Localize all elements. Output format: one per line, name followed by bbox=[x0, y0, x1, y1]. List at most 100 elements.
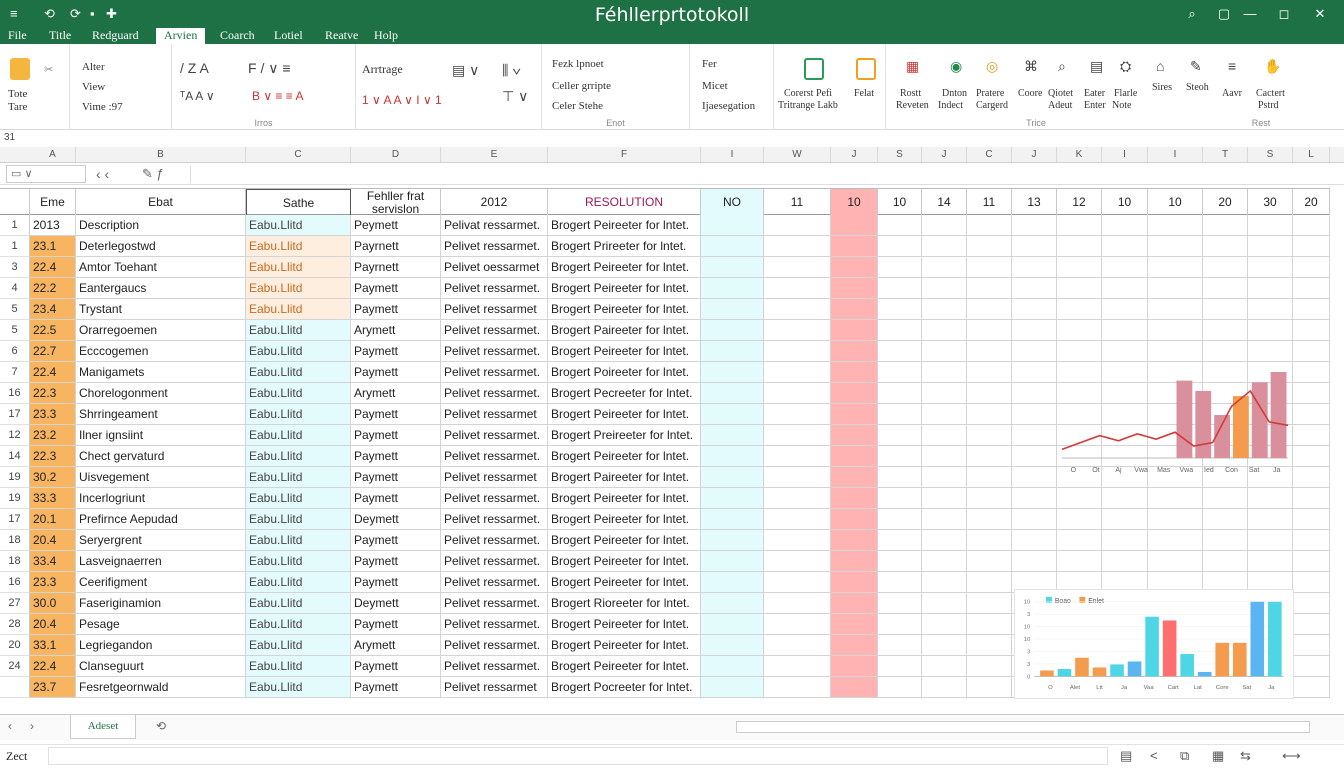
empty-cell[interactable] bbox=[1148, 257, 1203, 278]
empty-cell[interactable] bbox=[831, 656, 878, 677]
empty-cell[interactable] bbox=[967, 677, 1012, 698]
italic-icon[interactable]: / Z A bbox=[180, 60, 209, 76]
empty-cell[interactable] bbox=[1148, 299, 1203, 320]
empty-cell[interactable] bbox=[764, 278, 831, 299]
option-view[interactable]: View bbox=[82, 81, 105, 93]
table-cell[interactable]: Eabu.Llitd bbox=[246, 320, 351, 341]
table-cell[interactable]: Brogert Poireeter for lntet. bbox=[548, 362, 701, 383]
column-header[interactable]: A bbox=[30, 147, 76, 163]
page-layout-icon[interactable]: ⧉ bbox=[1180, 748, 1189, 764]
table-cell[interactable]: Brogert Peireeter for lntet. bbox=[548, 572, 701, 593]
header-cell[interactable]: 20 bbox=[1203, 189, 1248, 216]
empty-cell[interactable] bbox=[922, 572, 967, 593]
header-cell[interactable]: 13 bbox=[1012, 189, 1057, 216]
table-cell[interactable]: Eabu.Llitd bbox=[246, 656, 351, 677]
sum-icon[interactable]: ⌘ bbox=[1024, 58, 1038, 74]
empty-cell[interactable] bbox=[878, 509, 922, 530]
conditional-format-icon[interactable] bbox=[804, 58, 824, 80]
empty-cell[interactable] bbox=[1102, 320, 1148, 341]
table-cell[interactable]: Eabu.Llitd bbox=[246, 299, 351, 320]
row-number[interactable]: 1 bbox=[0, 236, 30, 257]
empty-cell[interactable] bbox=[1293, 530, 1330, 551]
pen-icon[interactable]: ✎ bbox=[1190, 58, 1202, 74]
column-header[interactable]: W bbox=[764, 147, 831, 163]
empty-cell[interactable] bbox=[878, 341, 922, 362]
empty-cell[interactable] bbox=[1203, 488, 1248, 509]
empty-cell[interactable] bbox=[831, 425, 878, 446]
table-cell[interactable]: Pelivet oessarmet bbox=[441, 257, 548, 278]
table-cell[interactable]: Brogert Peireeter for lntet. bbox=[548, 404, 701, 425]
empty-cell[interactable] bbox=[878, 467, 922, 488]
empty-cell[interactable] bbox=[1012, 362, 1057, 383]
cell-reference-box[interactable]: ▭ ∨ bbox=[6, 165, 86, 183]
table-cell[interactable]: Incerlogriunt bbox=[76, 488, 246, 509]
row-number[interactable]: 19 bbox=[0, 467, 30, 488]
insert-icon[interactable]: ▦ bbox=[906, 58, 919, 74]
table-cell[interactable]: Paymett bbox=[351, 614, 441, 635]
table-cell[interactable]: Payrnett bbox=[351, 257, 441, 278]
empty-cell[interactable] bbox=[701, 362, 764, 383]
maximize-icon[interactable]: ◻ bbox=[1274, 5, 1294, 23]
empty-cell[interactable] bbox=[831, 593, 878, 614]
empty-cell[interactable] bbox=[701, 677, 764, 698]
empty-cell[interactable] bbox=[831, 446, 878, 467]
empty-cell[interactable] bbox=[764, 509, 831, 530]
empty-cell[interactable] bbox=[701, 425, 764, 446]
empty-cell[interactable] bbox=[967, 215, 1012, 236]
empty-cell[interactable] bbox=[701, 215, 764, 236]
empty-cell[interactable] bbox=[1293, 320, 1330, 341]
table-cell[interactable]: Pelivet ressarmet. bbox=[441, 530, 548, 551]
empty-cell[interactable] bbox=[922, 614, 967, 635]
empty-cell[interactable] bbox=[831, 404, 878, 425]
empty-cell[interactable] bbox=[701, 551, 764, 572]
column-header[interactable]: J bbox=[1012, 147, 1057, 163]
format-icon[interactable]: ◎ bbox=[986, 58, 998, 74]
empty-cell[interactable] bbox=[831, 383, 878, 404]
empty-cell[interactable] bbox=[1012, 236, 1057, 257]
column-header[interactable]: J bbox=[922, 147, 967, 163]
empty-cell[interactable] bbox=[1203, 215, 1248, 236]
merge-icon[interactable]: ⊤ ∨ bbox=[502, 88, 528, 104]
header-cell[interactable]: 2012 bbox=[441, 189, 548, 216]
table-cell[interactable]: 22.3 bbox=[30, 446, 76, 467]
table-cell[interactable]: Brogert Peireeter for lntet. bbox=[548, 215, 701, 236]
comment-icon[interactable]: ⌂ bbox=[1156, 58, 1164, 74]
table-cell[interactable]: Chorelogonment bbox=[76, 383, 246, 404]
empty-cell[interactable] bbox=[967, 299, 1012, 320]
row-number[interactable]: 4 bbox=[0, 278, 30, 299]
sync-icon[interactable]: ⇆ bbox=[1240, 748, 1251, 764]
empty-cell[interactable] bbox=[1293, 383, 1330, 404]
table-cell[interactable]: 30.2 bbox=[30, 467, 76, 488]
horizontal-scrollbar[interactable] bbox=[736, 721, 1310, 733]
share-icon[interactable]: ⛭ bbox=[1120, 58, 1131, 74]
empty-cell[interactable] bbox=[922, 635, 967, 656]
row-number[interactable]: 16 bbox=[0, 572, 30, 593]
table-cell[interactable]: Pelivet ressarmet bbox=[441, 467, 548, 488]
empty-cell[interactable] bbox=[1248, 509, 1293, 530]
empty-cell[interactable] bbox=[878, 236, 922, 257]
empty-cell[interactable] bbox=[1012, 509, 1057, 530]
table-cell[interactable]: Pelivet ressarmet. bbox=[441, 341, 548, 362]
font-color-icon[interactable]: B ∨ ≡ ≡ A bbox=[252, 88, 303, 104]
row-number[interactable]: 3 bbox=[0, 257, 30, 278]
empty-cell[interactable] bbox=[764, 320, 831, 341]
table-cell[interactable]: Brogert Peireeter for lntet. bbox=[548, 509, 701, 530]
fill-color-icon[interactable]: 1 ∨ A A ∨ I ∨ 1 bbox=[362, 92, 442, 108]
empty-cell[interactable] bbox=[1293, 656, 1330, 677]
empty-cell[interactable] bbox=[1148, 488, 1203, 509]
table-cell[interactable]: Deymett bbox=[351, 593, 441, 614]
table-cell[interactable]: 22.3 bbox=[30, 383, 76, 404]
empty-cell[interactable] bbox=[831, 551, 878, 572]
table-cell[interactable]: 22.4 bbox=[30, 656, 76, 677]
empty-cell[interactable] bbox=[1293, 488, 1330, 509]
empty-cell[interactable] bbox=[1102, 488, 1148, 509]
table-cell[interactable]: Clanseguurt bbox=[76, 656, 246, 677]
empty-cell[interactable] bbox=[878, 257, 922, 278]
empty-cell[interactable] bbox=[922, 656, 967, 677]
empty-cell[interactable] bbox=[1102, 299, 1148, 320]
table-cell[interactable]: Eabu.Llitd bbox=[246, 425, 351, 446]
empty-cell[interactable] bbox=[1293, 236, 1330, 257]
column-header[interactable]: I bbox=[1148, 147, 1203, 163]
empty-cell[interactable] bbox=[967, 362, 1012, 383]
empty-cell[interactable] bbox=[1248, 278, 1293, 299]
